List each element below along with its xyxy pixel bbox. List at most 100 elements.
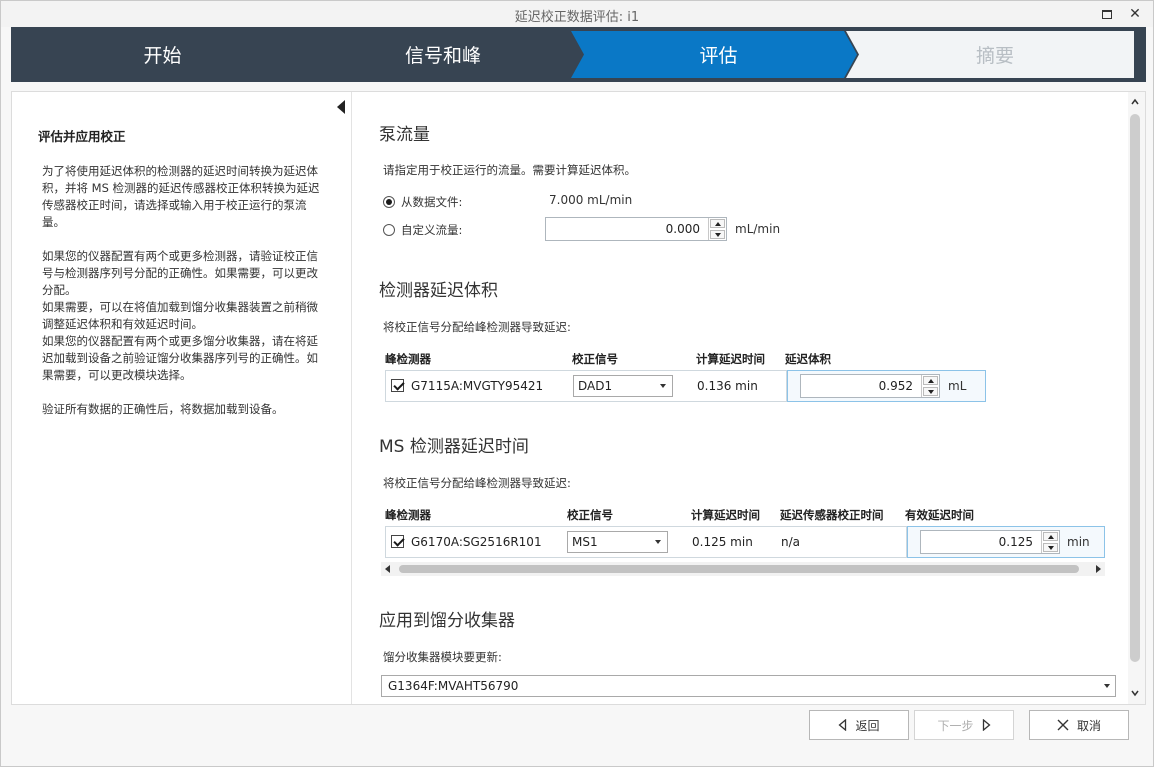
help-title: 评估并应用校正 <box>38 129 126 144</box>
cancel-button[interactable]: 取消 <box>1029 710 1129 740</box>
sensor-correction-time: n/a <box>781 535 801 549</box>
help-paragraph: 如果您的仪器配置有两个或更多检测器，请验证校正信号与检测器序列号分配的正确性。如… <box>42 249 318 297</box>
effective-delay-value[interactable]: 0.125 <box>921 531 1041 553</box>
ms-signal-select[interactable]: MS1 <box>567 531 668 553</box>
custom-flow-value[interactable]: 0.000 <box>546 218 708 240</box>
col-calibration-signal: 校正信号 <box>567 508 613 522</box>
close-icon: ✕ <box>1129 6 1141 22</box>
calc-delay-time: 0.136 min <box>697 379 758 393</box>
radio-custom-flow-label: 自定义流量: <box>401 223 463 237</box>
help-paragraph: 如果您的仪器配置有两个或更多馏分收集器，请在将延迟加载到设备之前验证馏分收集器序… <box>42 334 318 382</box>
content-area: 评估并应用校正 为了将使用延迟体积的检测器的延迟时间转换为延迟体积，并将 MS … <box>11 91 1146 705</box>
scroll-thumb[interactable] <box>399 565 1079 573</box>
ms-signal-select-value: MS1 <box>572 535 598 549</box>
detector-delay-title: 检测器延迟体积 <box>379 281 498 301</box>
evaluation-form: 泵流量 请指定用于校正运行的流量。需要计算延迟体积。 从数据文件: 7.000 … <box>353 92 1128 704</box>
scroll-thumb[interactable] <box>1130 114 1140 662</box>
fraction-title: 应用到馏分收集器 <box>379 611 515 631</box>
radio-from-file[interactable]: 从数据文件: <box>383 194 462 210</box>
custom-flow-stepper[interactable]: 0.000 <box>545 217 727 241</box>
decrement-button[interactable] <box>923 387 938 396</box>
help-paragraph: 如果需要，可以在将值加载到馏分收集器装置之前稍微调整延迟体积和有效延迟时间。 <box>42 300 318 331</box>
maximize-button[interactable] <box>1094 4 1120 24</box>
back-label: 返回 <box>855 718 880 733</box>
chevron-down-icon <box>1047 545 1054 550</box>
scroll-up-icon[interactable] <box>1131 98 1139 106</box>
cancel-label: 取消 <box>1076 718 1101 733</box>
delay-volume-unit: mL <box>948 379 967 393</box>
fraction-hint: 馏分收集器模块要更新: <box>383 650 502 664</box>
chevron-down-icon <box>927 389 934 394</box>
col-calc-delay-time: 计算延迟时间 <box>691 508 760 522</box>
col-peak-detector: 峰检测器 <box>385 352 431 366</box>
ms-delay-hint: 将校正信号分配给峰检测器导致延迟: <box>383 476 571 490</box>
next-label: 下一步 <box>937 718 974 733</box>
col-peak-detector: 峰检测器 <box>385 508 431 522</box>
scroll-right-icon[interactable] <box>1096 565 1101 573</box>
next-arrow-icon <box>982 719 991 731</box>
radio-custom-flow[interactable]: 自定义流量: <box>383 222 462 238</box>
step-start[interactable]: 开始 <box>11 27 314 82</box>
chevron-down-icon <box>1104 684 1110 688</box>
back-arrow-icon <box>838 719 847 731</box>
col-delay-volume: 延迟体积 <box>785 352 831 366</box>
ms-calc-delay-time: 0.125 min <box>692 535 753 549</box>
increment-button[interactable] <box>1043 532 1058 541</box>
decrement-button[interactable] <box>1043 543 1058 552</box>
chevron-up-icon <box>1047 534 1054 539</box>
step-summary: 摘要 <box>975 45 1014 67</box>
col-effective-delay-time: 有效延迟时间 <box>905 508 974 522</box>
effective-delay-stepper[interactable]: 0.125 <box>920 530 1060 554</box>
next-button: 下一步 <box>914 710 1014 740</box>
delay-volume-stepper[interactable]: 0.952 <box>800 374 940 398</box>
signal-select-value: DAD1 <box>578 379 613 393</box>
help-paragraph: 验证所有数据的正确性后，将数据加载到设备。 <box>42 402 284 416</box>
close-icon <box>1057 719 1069 731</box>
chevron-down-icon <box>714 232 721 237</box>
delay-volume-value[interactable]: 0.952 <box>801 375 921 397</box>
radio-from-file-label: 从数据文件: <box>401 195 463 209</box>
scroll-left-icon[interactable] <box>385 565 390 573</box>
effective-delay-unit: min <box>1067 535 1090 549</box>
detector-delay-hint: 将校正信号分配给峰检测器导致延迟: <box>383 320 571 334</box>
close-button[interactable]: ✕ <box>1122 4 1148 24</box>
pump-flow-title: 泵流量 <box>379 125 430 145</box>
maximize-icon <box>1102 9 1112 19</box>
title-bar: 延迟校正数据评估: i1 ✕ <box>1 1 1153 27</box>
vertical-scrollbar[interactable] <box>1128 92 1145 704</box>
col-sensor-correction-time: 延迟传感器校正时间 <box>780 508 884 522</box>
collapse-panel-icon[interactable] <box>337 100 345 114</box>
chevron-up-icon <box>714 221 721 226</box>
radio-from-file-indicator[interactable] <box>383 196 395 208</box>
back-button[interactable]: 返回 <box>809 710 909 740</box>
increment-button[interactable] <box>710 219 725 228</box>
fraction-collector-select[interactable]: G1364F:MVAHT56790 <box>381 675 1116 697</box>
fraction-collector-value: G1364F:MVAHT56790 <box>388 679 519 693</box>
radio-custom-flow-indicator[interactable] <box>383 224 395 236</box>
col-calibration-signal: 校正信号 <box>572 352 618 366</box>
help-paragraph: 为了将使用延迟体积的检测器的延迟时间转换为延迟体积，并将 MS 检测器的延迟传感… <box>42 164 320 229</box>
detector-name: G7115A:MVGTY95421 <box>411 379 544 393</box>
ms-detector-name: G6170A:SG2516R101 <box>411 535 542 549</box>
window-title: 延迟校正数据评估: i1 <box>514 10 640 25</box>
step-evaluate[interactable]: 评估 <box>571 27 866 82</box>
wizard-steps: 开始 信号和峰 评估 摘要 <box>11 27 1146 82</box>
help-panel: 评估并应用校正 为了将使用延迟体积的检测器的延迟时间转换为延迟体积，并将 MS … <box>12 92 352 704</box>
wizard-window: 延迟校正数据评估: i1 ✕ 开始 信号和峰 评估 摘要 评估并应用校正 为了将… <box>0 0 1154 767</box>
chevron-down-icon <box>660 384 666 388</box>
chevron-up-icon <box>927 378 934 383</box>
increment-button[interactable] <box>923 376 938 385</box>
step-signals-peaks[interactable]: 信号和峰 <box>301 27 585 82</box>
signal-select[interactable]: DAD1 <box>573 375 673 397</box>
detector-checkbox[interactable] <box>391 379 404 392</box>
chevron-down-icon <box>655 540 661 544</box>
col-calc-delay-time: 计算延迟时间 <box>696 352 765 366</box>
decrement-button[interactable] <box>710 230 725 239</box>
scroll-down-icon[interactable] <box>1131 689 1139 697</box>
horizontal-scrollbar[interactable] <box>381 562 1105 576</box>
ms-detector-checkbox[interactable] <box>391 535 404 548</box>
help-text: 为了将使用延迟体积的检测器的延迟时间转换为延迟体积，并将 MS 检测器的延迟传感… <box>42 163 327 435</box>
ms-delay-title: MS 检测器延迟时间 <box>379 437 529 457</box>
custom-flow-unit: mL/min <box>735 222 781 236</box>
file-flow-value: 7.000 mL/min <box>549 193 633 207</box>
